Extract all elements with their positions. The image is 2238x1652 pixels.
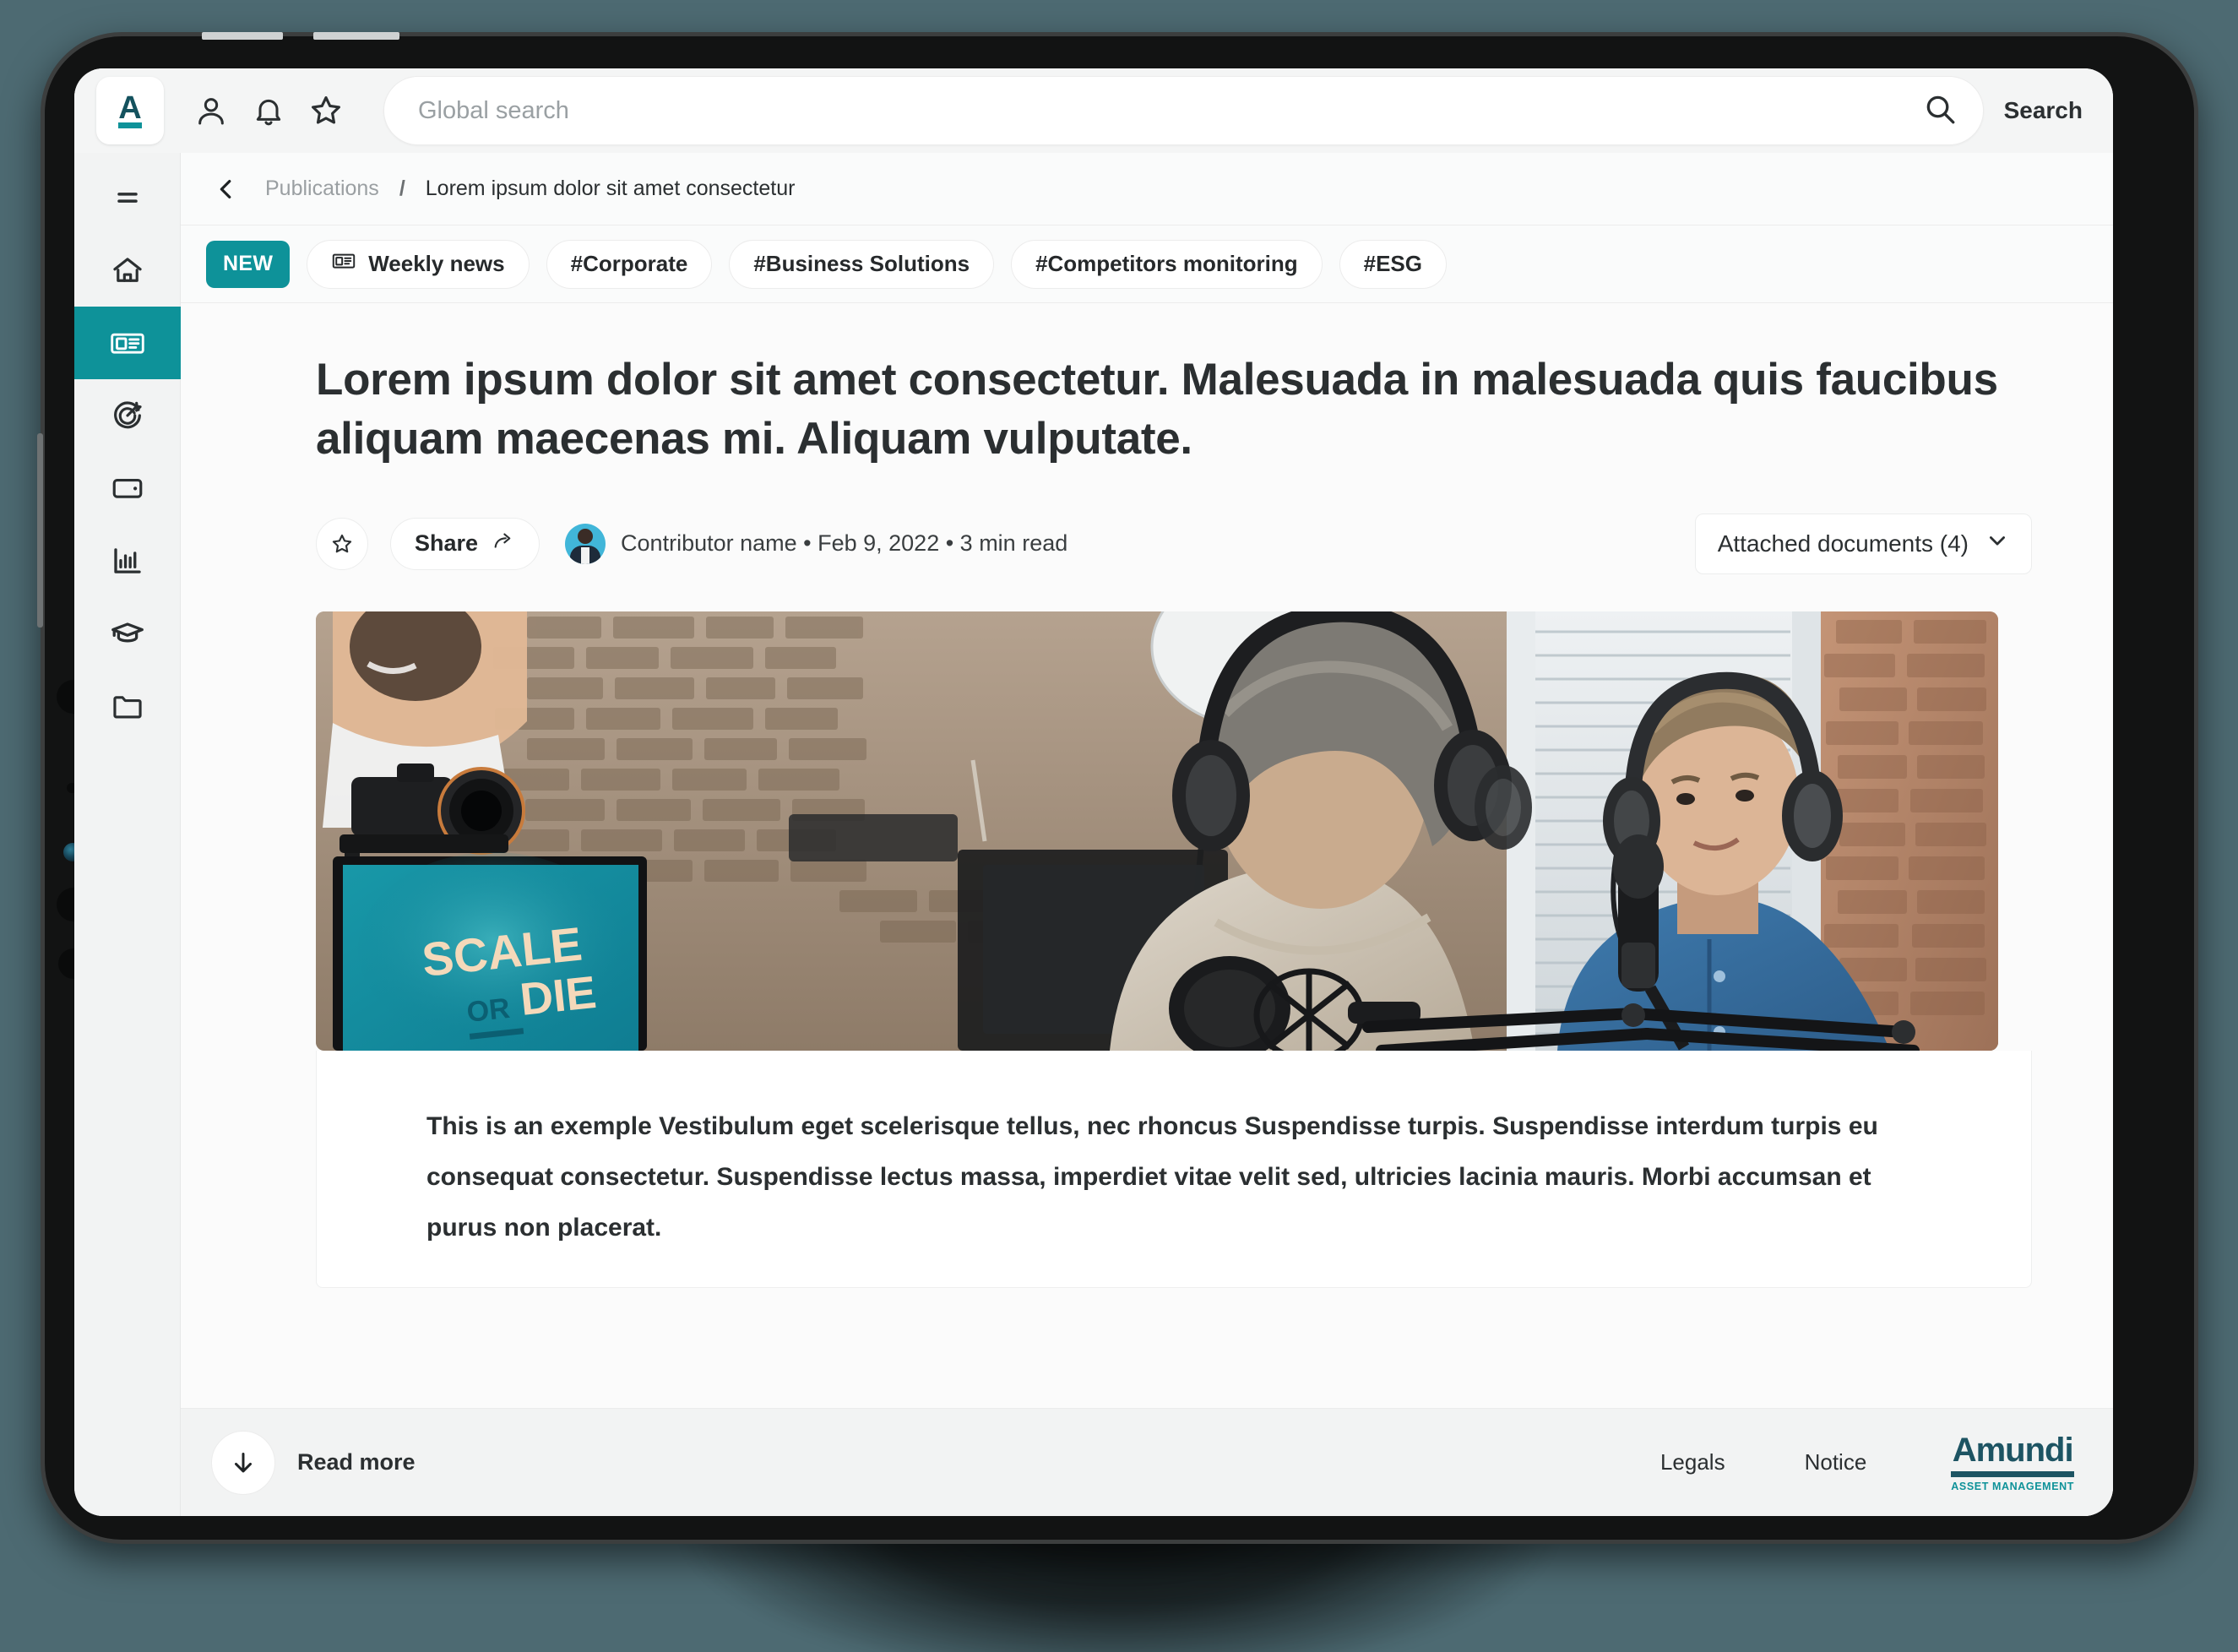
tag-bar: NEW Weekly news #Corporate #Business Sol… <box>181 226 2113 303</box>
hero-screen-text-2: OR <box>465 992 512 1029</box>
footer: Read more Legals Notice Amundi ASSET MAN… <box>181 1408 2113 1516</box>
sidebar-item-menu[interactable] <box>74 161 181 234</box>
bell-icon[interactable] <box>240 82 297 139</box>
chip-label: #ESG <box>1363 251 1422 276</box>
article: Lorem ipsum dolor sit amet consectetur. … <box>181 351 2113 1051</box>
logo-a-icon: A <box>118 91 142 128</box>
search-button[interactable]: Search <box>2004 97 2083 124</box>
article-canvas: Lorem ipsum dolor sit amet consectetur. … <box>181 303 2113 1408</box>
app-logo[interactable]: A <box>96 77 164 144</box>
article-hero-image: SCALE OR DIE <box>316 611 1998 1051</box>
device-top-port-2 <box>313 32 399 40</box>
arrow-down-icon[interactable] <box>211 1430 275 1495</box>
share-button[interactable]: Share <box>390 517 540 570</box>
sidebar <box>74 153 181 1516</box>
amundi-rule <box>1951 1470 2074 1477</box>
chip-label: Weekly news <box>368 251 505 276</box>
chip-label: #Competitors monitoring <box>1035 251 1298 276</box>
amundi-tagline: ASSET MANAGEMENT <box>1951 1480 2074 1492</box>
svg-text:A: A <box>118 91 141 126</box>
chevron-left-icon[interactable] <box>206 169 247 209</box>
search-icon[interactable] <box>1922 91 1958 131</box>
star-icon[interactable] <box>297 82 355 139</box>
article-meta-row: Share Contributor name • Feb 9, 2022 • 3… <box>316 513 2032 574</box>
sidebar-item-learning[interactable] <box>74 597 181 670</box>
breadcrumb-separator: / <box>399 177 405 200</box>
device-top-port <box>202 32 283 40</box>
page-title: Lorem ipsum dolor sit amet consectetur. … <box>316 355 1998 465</box>
sidebar-item-documents[interactable] <box>74 670 181 742</box>
sidebar-item-home[interactable] <box>74 234 181 307</box>
amundi-logo: Amundi ASSET MANAGEMENT <box>1951 1433 2074 1492</box>
amundi-wordmark: Amundi <box>1952 1431 2074 1469</box>
app-screen: A Global search Search Publications / Lo… <box>74 68 2113 1516</box>
content-column: Publications / Lorem ipsum dolor sit ame… <box>181 153 2113 1516</box>
newspaper-icon <box>331 248 356 280</box>
app-body: Publications / Lorem ipsum dolor sit ame… <box>74 153 2113 1516</box>
sidebar-item-targets[interactable] <box>74 379 181 452</box>
tablet-device: A Global search Search Publications / Lo… <box>37 32 2198 1544</box>
chip-competitors-monitoring[interactable]: #Competitors monitoring <box>1011 239 1323 289</box>
device-side-button <box>37 433 43 628</box>
chip-corporate[interactable]: #Corporate <box>546 239 713 289</box>
top-bar: A Global search Search <box>74 68 2113 153</box>
favorite-star-icon[interactable] <box>316 517 368 570</box>
search-bar[interactable] <box>383 76 1984 145</box>
breadcrumb-parent[interactable]: Publications <box>265 177 379 201</box>
chip-business-solutions[interactable]: #Business Solutions <box>729 239 995 289</box>
article-body-card: This is an exemple Vestibulum eget scele… <box>316 1050 2032 1288</box>
read-more-label[interactable]: Read more <box>297 1449 416 1475</box>
attached-documents-label: Attached documents (4) <box>1717 530 1969 557</box>
footer-link-legals[interactable]: Legals <box>1660 1449 1725 1475</box>
chip-esg[interactable]: #ESG <box>1339 239 1447 289</box>
sidebar-item-publications[interactable] <box>74 307 181 379</box>
scene: A Global search Search Publications / Lo… <box>0 0 2238 1652</box>
avatar <box>565 523 606 564</box>
footer-link-notice[interactable]: Notice <box>1805 1449 1867 1475</box>
article-byline: Contributor name • Feb 9, 2022 • 3 min r… <box>621 530 1068 557</box>
attached-documents-dropdown[interactable]: Attached documents (4) <box>1694 513 2032 574</box>
search-input[interactable] <box>418 96 1922 125</box>
share-button-label: Share <box>415 530 479 557</box>
chip-label: #Corporate <box>570 251 688 276</box>
sidebar-item-analytics[interactable] <box>74 524 181 597</box>
breadcrumb: Publications / Lorem ipsum dolor sit ame… <box>181 153 2113 226</box>
new-badge[interactable]: NEW <box>206 240 291 288</box>
hero-screen-text-3: DIE <box>518 967 599 1025</box>
chevron-down-icon <box>1985 529 2009 558</box>
chip-label: #Business Solutions <box>753 251 970 276</box>
breadcrumb-current: Lorem ipsum dolor sit amet consectetur <box>425 177 796 200</box>
sidebar-item-wallet[interactable] <box>74 452 181 524</box>
user-icon[interactable] <box>182 82 240 139</box>
article-body-text: This is an exemple Vestibulum eget scele… <box>426 1111 1878 1242</box>
podcast-studio-illustration: SCALE OR DIE <box>316 611 1998 1051</box>
chip-weekly-news[interactable]: Weekly news <box>307 239 530 289</box>
share-arrow-icon <box>492 529 515 558</box>
